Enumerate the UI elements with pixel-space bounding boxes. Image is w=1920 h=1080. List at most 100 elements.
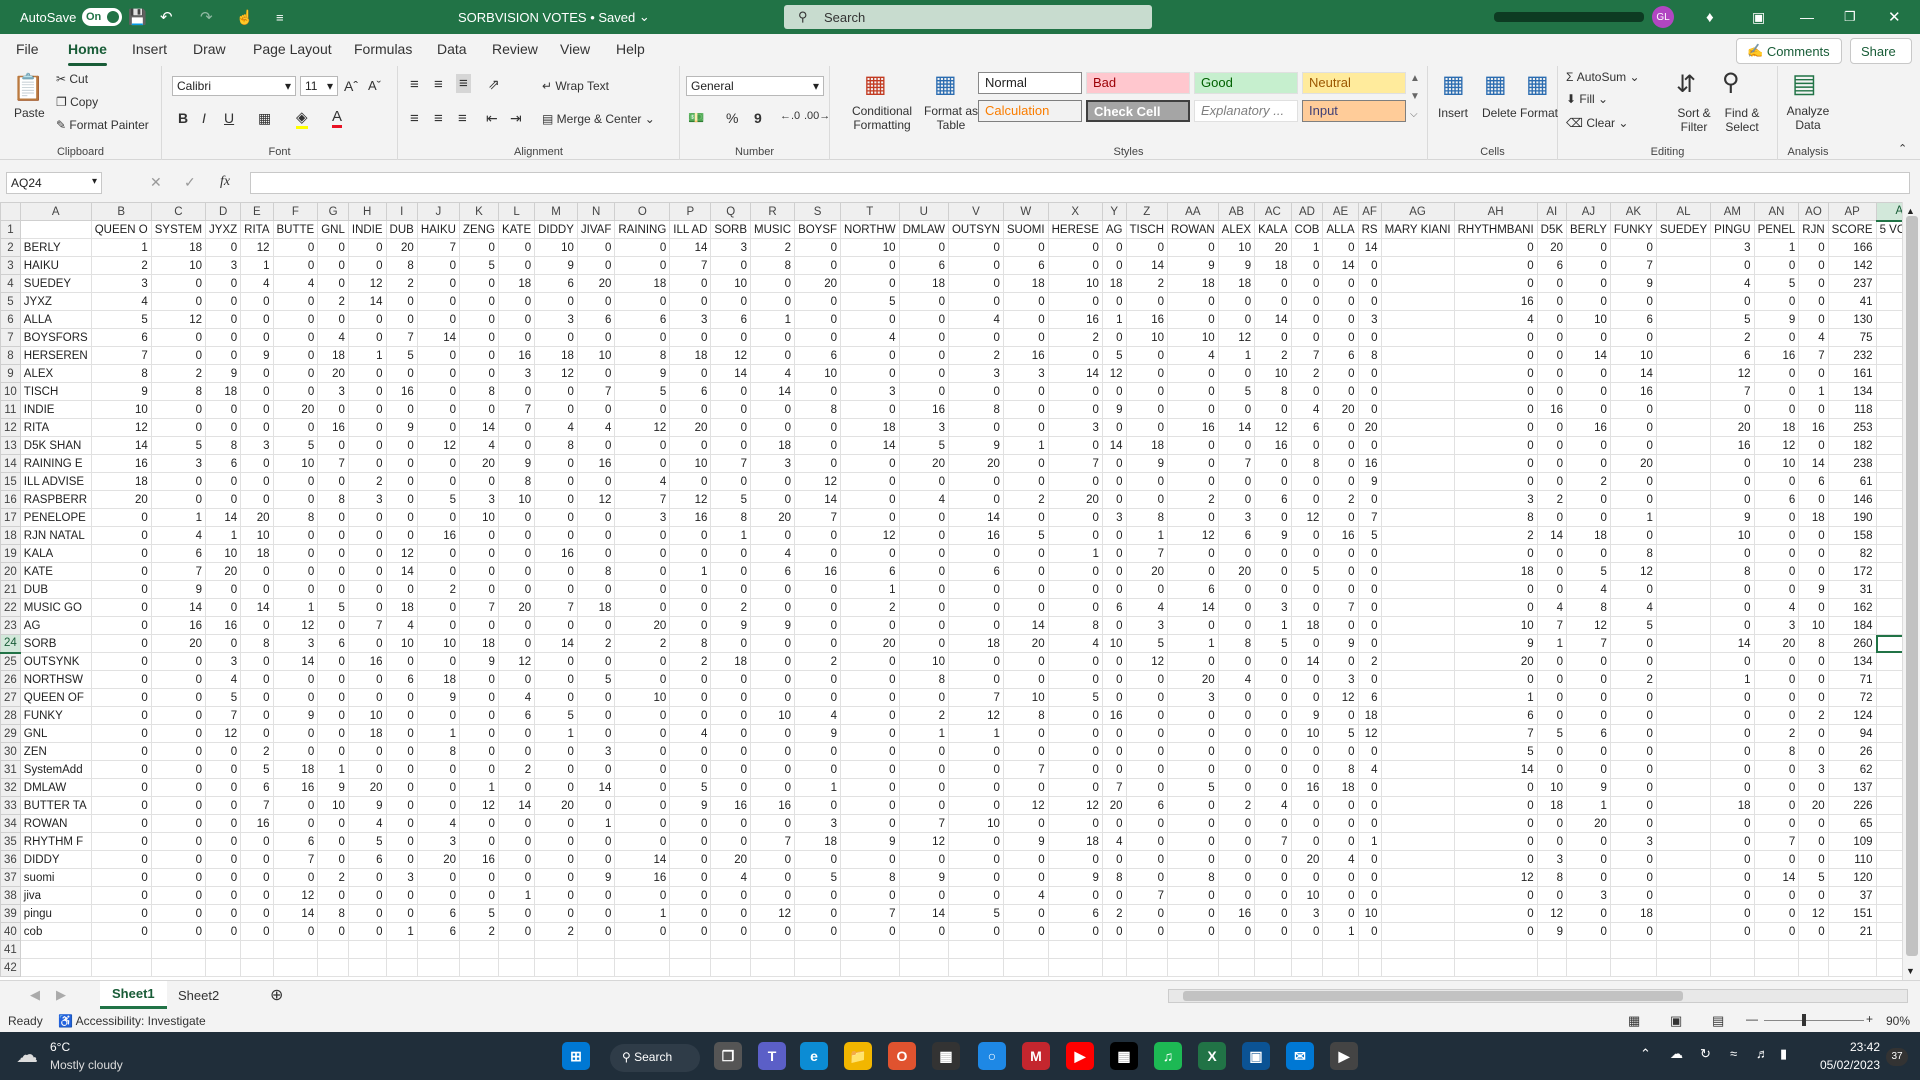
cell-ah2[interactable]: 0: [1453, 238, 1538, 257]
column-header-ac[interactable]: AC: [1254, 202, 1292, 221]
cell-aq42[interactable]: [1875, 958, 1902, 977]
cell-ad35[interactable]: 0: [1290, 832, 1324, 851]
cell-an5[interactable]: 0: [1753, 292, 1800, 311]
save-icon[interactable]: 💾: [128, 0, 147, 34]
cell-ab5[interactable]: 0: [1217, 292, 1256, 311]
cell-aa39[interactable]: 0: [1167, 904, 1219, 923]
cell-n38[interactable]: 0: [576, 886, 616, 905]
align-bottom-icon[interactable]: ≡: [456, 74, 471, 93]
cell-aq21[interactable]: [1875, 580, 1902, 599]
cell-p25[interactable]: 2: [669, 652, 712, 671]
cell-y4[interactable]: 18: [1101, 274, 1127, 293]
cell-k28[interactable]: 0: [458, 706, 499, 725]
cell-ad31[interactable]: 0: [1290, 760, 1324, 779]
cell-aq5[interactable]: 6: [1875, 292, 1902, 311]
cell-r16[interactable]: 0: [749, 490, 796, 509]
cell-am22[interactable]: 0: [1710, 598, 1755, 617]
cell-ad3[interactable]: 0: [1290, 256, 1324, 275]
cell-al30[interactable]: [1655, 742, 1712, 761]
cell-t8[interactable]: 0: [840, 346, 900, 365]
cell-h23[interactable]: 7: [347, 616, 387, 635]
cell-ah28[interactable]: 6: [1453, 706, 1538, 725]
cell-o21[interactable]: 0: [614, 580, 671, 599]
cell-y20[interactable]: 0: [1101, 562, 1127, 581]
cell-a8[interactable]: HERSEREN: [19, 346, 92, 365]
cell-i24[interactable]: 10: [385, 634, 418, 653]
row-header[interactable]: 11: [0, 400, 21, 419]
cell-s14[interactable]: 0: [794, 454, 842, 473]
cell-ab11[interactable]: 0: [1217, 400, 1256, 419]
cell-ao30[interactable]: 0: [1798, 742, 1829, 761]
cell-m16[interactable]: 0: [534, 490, 578, 509]
cell-m1[interactable]: DIDDY: [534, 220, 578, 239]
cell-d42[interactable]: [205, 958, 242, 977]
cell-d28[interactable]: 7: [205, 706, 242, 725]
cell-v24[interactable]: 18: [947, 634, 1004, 653]
cell-d2[interactable]: 0: [205, 238, 242, 257]
cell-p14[interactable]: 10: [669, 454, 712, 473]
cell-k5[interactable]: 0: [458, 292, 499, 311]
cell-aa2[interactable]: 0: [1167, 238, 1219, 257]
task-view-icon[interactable]: ❐: [714, 1042, 742, 1070]
cell-p38[interactable]: 0: [669, 886, 712, 905]
cell-af4[interactable]: 0: [1357, 274, 1382, 293]
cell-ak9[interactable]: 14: [1609, 364, 1657, 383]
cell-w12[interactable]: 0: [1002, 418, 1049, 437]
cell-j9[interactable]: 0: [416, 364, 460, 383]
cell-am5[interactable]: 0: [1710, 292, 1755, 311]
column-header-aj[interactable]: AJ: [1566, 202, 1611, 221]
cell-e15[interactable]: 0: [240, 472, 274, 491]
column-header-ai[interactable]: AI: [1536, 202, 1568, 221]
cell-g16[interactable]: 8: [317, 490, 349, 509]
cell-d31[interactable]: 0: [205, 760, 242, 779]
avatar[interactable]: GL: [1652, 6, 1674, 28]
cell-m40[interactable]: 2: [534, 922, 578, 941]
cell-f23[interactable]: 12: [272, 616, 319, 635]
cell-g30[interactable]: 0: [317, 742, 349, 761]
cell-ap42[interactable]: [1827, 958, 1877, 977]
cell-m23[interactable]: 0: [534, 616, 578, 635]
cell-r19[interactable]: 4: [749, 544, 796, 563]
cell-c19[interactable]: 6: [150, 544, 207, 563]
cell-ah12[interactable]: 0: [1453, 418, 1538, 437]
cell-ad26[interactable]: 0: [1290, 670, 1324, 689]
row-header[interactable]: 12: [0, 418, 21, 437]
cell-ac28[interactable]: 0: [1254, 706, 1292, 725]
weather-desc[interactable]: Mostly cloudy: [50, 1058, 123, 1072]
find-select-icon[interactable]: ⚲: [1722, 68, 1740, 97]
cell-o7[interactable]: 0: [614, 328, 671, 347]
cell-n12[interactable]: 4: [576, 418, 616, 437]
cell-h1[interactable]: INDIE: [347, 220, 387, 239]
cell-i38[interactable]: 0: [385, 886, 418, 905]
cell-g37[interactable]: 2: [317, 868, 349, 887]
cell-ac34[interactable]: 0: [1254, 814, 1292, 833]
cell-z31[interactable]: 0: [1125, 760, 1169, 779]
cell-r14[interactable]: 3: [749, 454, 796, 473]
cell-q42[interactable]: [710, 958, 751, 977]
cell-ag23[interactable]: [1380, 616, 1455, 635]
cell-a42[interactable]: [19, 958, 92, 977]
cell-af34[interactable]: 0: [1357, 814, 1382, 833]
cell-z37[interactable]: 0: [1125, 868, 1169, 887]
cell-c7[interactable]: 0: [150, 328, 207, 347]
cell-v25[interactable]: 0: [947, 652, 1004, 671]
cell-t35[interactable]: 9: [840, 832, 900, 851]
increase-indent-icon[interactable]: ⇥: [510, 110, 522, 127]
row-header[interactable]: 18: [0, 526, 21, 545]
cell-am30[interactable]: 0: [1710, 742, 1755, 761]
cell-aa8[interactable]: 4: [1167, 346, 1219, 365]
cell-i26[interactable]: 6: [385, 670, 418, 689]
cell-al3[interactable]: [1655, 256, 1712, 275]
cell-g31[interactable]: 1: [317, 760, 349, 779]
cell-r21[interactable]: 0: [749, 580, 796, 599]
row-header[interactable]: 10: [0, 382, 21, 401]
cell-s18[interactable]: 0: [794, 526, 842, 545]
cell-x15[interactable]: 0: [1047, 472, 1103, 491]
cell-j26[interactable]: 18: [416, 670, 460, 689]
cell-k21[interactable]: 0: [458, 580, 499, 599]
cell-p2[interactable]: 14: [669, 238, 712, 257]
cell-l42[interactable]: [497, 958, 536, 977]
cell-d11[interactable]: 0: [205, 400, 242, 419]
cell-v40[interactable]: 0: [947, 922, 1004, 941]
cell-ae37[interactable]: 0: [1322, 868, 1359, 887]
